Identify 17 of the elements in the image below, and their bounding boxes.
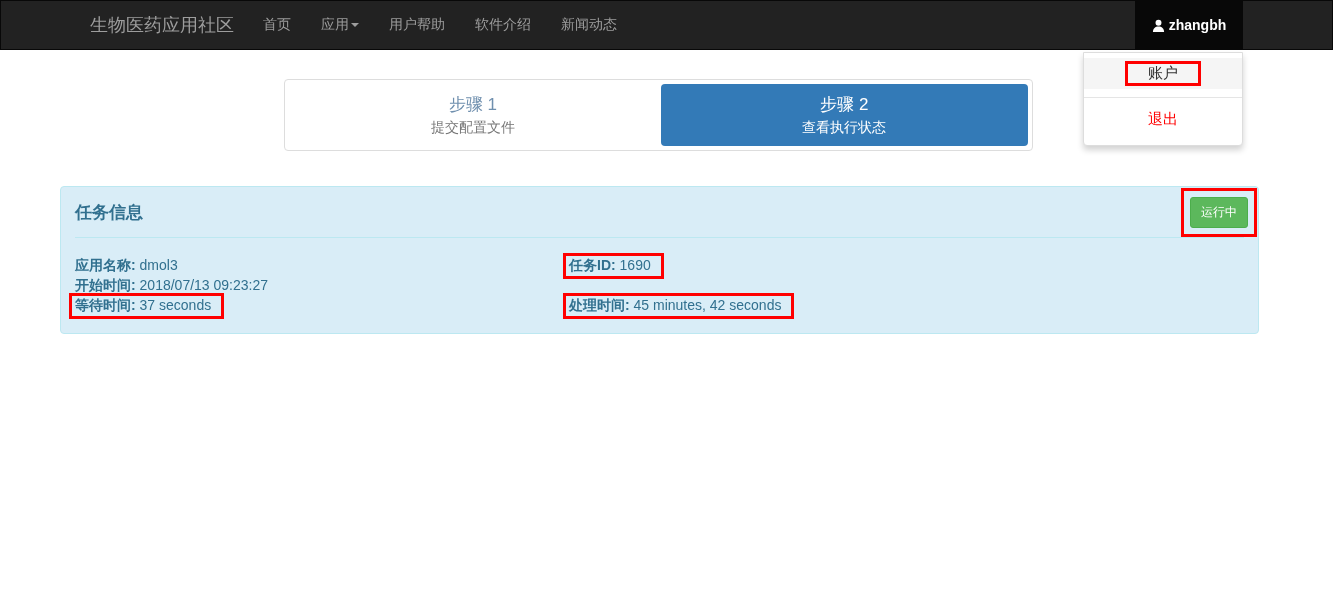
menu-item[interactable]: 退出 [1125, 101, 1201, 138]
info-field: 任务ID: 1690 [563, 253, 664, 279]
step-tab[interactable]: 步骤 2 查看执行状态 [660, 84, 1028, 146]
panel-title: 任务信息 [75, 201, 143, 224]
nav-link[interactable]: 首页 [248, 16, 306, 34]
nav-link[interactable]: 软件介绍 [460, 16, 546, 34]
caret-icon [351, 23, 359, 27]
info-field: 等待时间: 37 seconds [69, 293, 225, 319]
user-menu-button[interactable]: zhangbh [1135, 1, 1243, 49]
nav-link[interactable]: 用户帮助 [374, 16, 460, 34]
brand-link[interactable]: 生物医药应用社区 [90, 13, 234, 37]
menu-item[interactable]: 账户 [1125, 61, 1201, 86]
step-tab[interactable]: 步骤 1 提交配置文件 [289, 84, 657, 146]
nav-link[interactable]: 新闻动态 [546, 16, 632, 34]
user-icon [1151, 18, 1165, 32]
info-field: 处理时间: 45 minutes, 42 seconds [563, 293, 795, 319]
nav-link[interactable]: 应用 [306, 16, 374, 34]
